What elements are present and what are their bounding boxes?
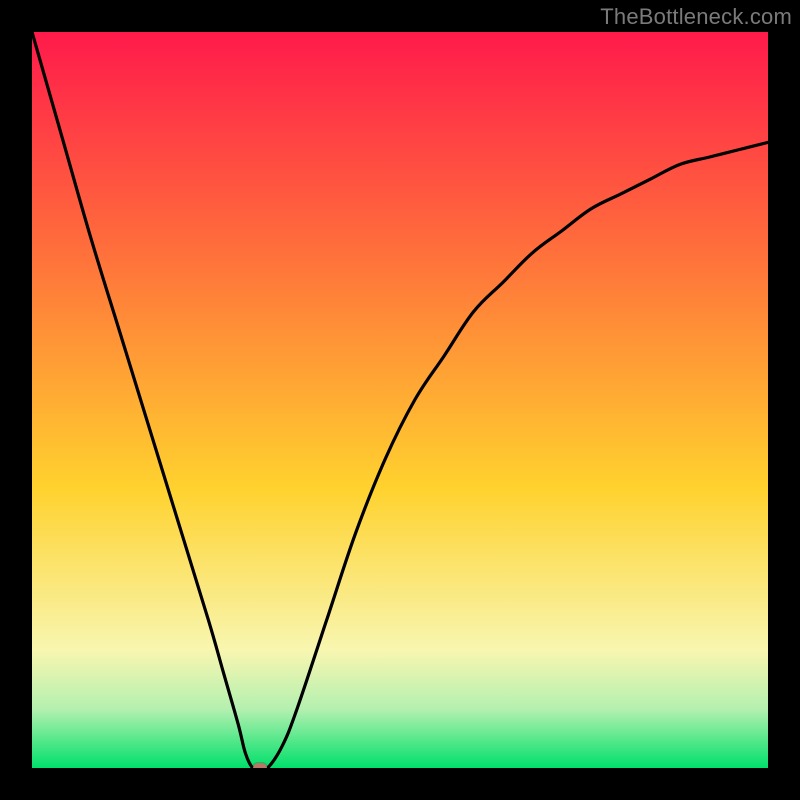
watermark-text: TheBottleneck.com <box>600 4 792 30</box>
optimal-point-marker <box>253 763 267 768</box>
plot-area <box>32 32 768 768</box>
bottleneck-curve <box>32 32 768 768</box>
chart-frame: TheBottleneck.com <box>0 0 800 800</box>
